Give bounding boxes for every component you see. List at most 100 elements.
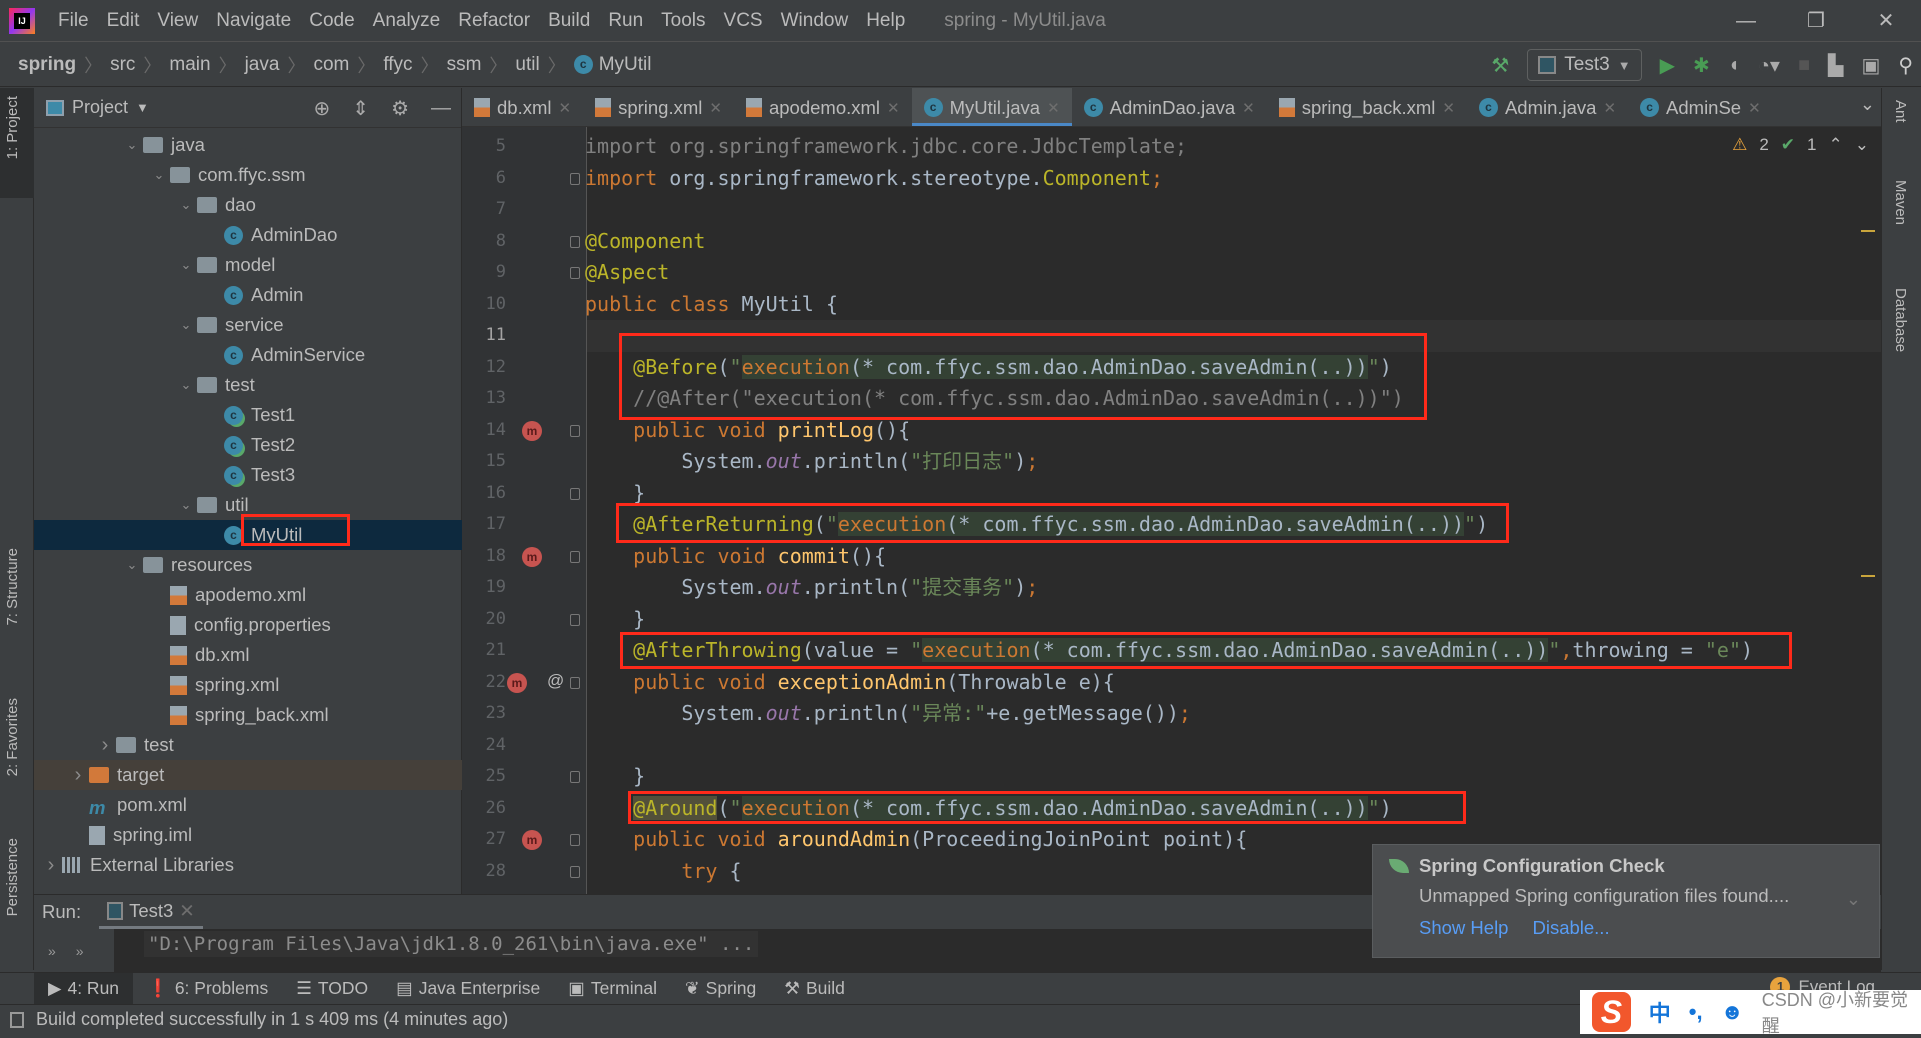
tree-item-service[interactable]: ⌄ service — [34, 310, 462, 340]
fold-marker-icon[interactable] — [570, 267, 580, 279]
close-button[interactable]: ✕ — [1851, 0, 1921, 42]
show-help-link[interactable]: Show Help — [1419, 917, 1508, 939]
close-tab-icon[interactable]: ✕ — [179, 900, 195, 922]
tree-item-config-properties[interactable]: config.properties — [34, 610, 462, 640]
menu-run[interactable]: Run — [599, 10, 652, 32]
breadcrumb-main[interactable]: main — [169, 54, 210, 76]
tree-item-adminservice[interactable]: c AdminService — [34, 340, 462, 370]
menu-navigate[interactable]: Navigate — [207, 10, 300, 32]
breadcrumb-ssm[interactable]: ssm — [447, 54, 482, 76]
advice-method-icon[interactable]: m — [522, 546, 542, 567]
chevron-right-icon[interactable]: › — [40, 854, 62, 877]
fold-marker-icon[interactable] — [570, 771, 580, 783]
run-anything-icon[interactable]: ▣ — [1861, 53, 1880, 78]
locate-target-icon[interactable]: ⊕ — [314, 96, 331, 121]
collapse-all-icon[interactable]: ⇕ — [352, 96, 369, 121]
gear-icon[interactable]: ⚙ — [391, 96, 409, 121]
tree-item-test1[interactable]: c Test1 — [34, 400, 462, 430]
fold-marker-icon[interactable] — [570, 235, 580, 248]
advice-method-icon[interactable]: m — [522, 830, 542, 850]
fold-marker-icon[interactable] — [570, 865, 580, 878]
tab-db-xml[interactable]: db.xml ✕ — [462, 88, 583, 126]
profile-icon[interactable]: ◔▾ — [1758, 53, 1780, 78]
fold-marker-icon[interactable] — [570, 834, 580, 846]
build-hammer-icon[interactable]: ⚒ — [1491, 53, 1509, 78]
menu-view[interactable]: View — [148, 10, 207, 32]
tree-item-test[interactable]: › test — [34, 730, 462, 760]
debug-bug-icon[interactable]: ✱ — [1693, 53, 1710, 78]
project-view-selector[interactable]: Project — [72, 97, 128, 118]
tab-admindao-java[interactable]: c AdminDao.java ✕ — [1072, 88, 1267, 126]
favorites-tool-button[interactable]: 2: Favorites — [4, 698, 21, 776]
database-tool-button[interactable]: Database — [1892, 288, 1909, 352]
chevron-down-icon[interactable]: ⌄ — [175, 257, 197, 273]
maven-tool-button[interactable]: Maven — [1892, 180, 1909, 225]
tree-item-admin[interactable]: c Admin — [34, 280, 462, 310]
minimize-button[interactable]: — — [1711, 0, 1781, 42]
menu-analyze[interactable]: Analyze — [364, 10, 450, 32]
tool-window-6-problems[interactable]: ❗ 6: Problems — [133, 973, 282, 1005]
tree-item-resources[interactable]: ⌄ resources — [34, 550, 462, 580]
tab-adminse[interactable]: c AdminSe ✕ — [1628, 88, 1773, 126]
tab-spring-xml[interactable]: spring.xml ✕ — [583, 88, 734, 126]
navigate-annotation-icon[interactable]: @ — [547, 671, 564, 691]
tree-item-test3[interactable]: c Test3 — [34, 460, 462, 490]
tree-item-db-xml[interactable]: db.xml — [34, 640, 462, 670]
menu-build[interactable]: Build — [539, 10, 599, 32]
tree-item-dao[interactable]: ⌄ dao — [34, 190, 462, 220]
fold-marker-icon[interactable] — [570, 676, 580, 689]
chevron-down-icon[interactable]: ⌄ — [175, 317, 197, 333]
chevron-down-icon[interactable]: ⌄ — [148, 167, 170, 183]
breadcrumb-src[interactable]: src — [110, 54, 135, 76]
tree-item-model[interactable]: ⌄ model — [34, 250, 462, 280]
next-highlight-icon[interactable]: ⌄ — [1855, 135, 1869, 155]
chevron-right-icon[interactable]: › — [67, 764, 89, 787]
tree-item-test2[interactable]: c Test2 — [34, 430, 462, 460]
tree-item-java[interactable]: ⌄ java — [34, 130, 462, 160]
code-editor[interactable]: 5 6 7 8 9 10 11 12 13 14 m 15 16 17 18 m 19 20 21 22 m @23 24 2… — [462, 127, 1881, 894]
disable-link[interactable]: Disable... — [1532, 917, 1609, 939]
tool-window-4-run[interactable]: ▶ 4: Run — [34, 972, 134, 1005]
persistence-tool-button[interactable]: Persistence — [4, 838, 21, 916]
breadcrumb-MyUtil[interactable]: MyUtil — [599, 54, 652, 76]
fold-marker-icon[interactable] — [570, 613, 580, 626]
menu-window[interactable]: Window — [772, 10, 858, 32]
close-tab-icon[interactable]: ✕ — [1047, 99, 1060, 117]
toggle-tool-windows-icon[interactable] — [10, 1011, 24, 1028]
tree-item-spring-iml[interactable]: spring.iml — [34, 820, 462, 850]
search-icon[interactable]: ⚲ — [1898, 53, 1913, 78]
tool-window-terminal[interactable]: ▣ Terminal — [554, 973, 671, 1005]
menu-refactor[interactable]: Refactor — [449, 10, 539, 32]
chevron-down-icon[interactable]: ⌄ — [121, 137, 143, 153]
expand-icon[interactable]: » — [48, 943, 56, 973]
close-tab-icon[interactable]: ✕ — [559, 99, 572, 117]
menu-file[interactable]: File — [49, 10, 98, 32]
tree-item-external-libraries[interactable]: › External Libraries — [34, 850, 462, 880]
chevron-right-icon[interactable]: › — [94, 734, 116, 757]
run-tab-test3[interactable]: Test3 ✕ — [99, 895, 203, 929]
advice-method-icon[interactable]: m — [507, 672, 527, 693]
menu-help[interactable]: Help — [857, 10, 914, 32]
run-icon[interactable]: ▶ — [1660, 53, 1675, 78]
breadcrumb-java[interactable]: java — [245, 54, 280, 76]
tab-myutil-java[interactable]: c MyUtil.java ✕ — [911, 88, 1072, 126]
tree-item-target[interactable]: › target — [34, 760, 462, 790]
tree-item-admindao[interactable]: c AdminDao — [34, 220, 462, 250]
chevron-down-icon[interactable]: ⌄ — [121, 557, 143, 573]
tool-window-build[interactable]: ⚒ Build — [770, 973, 859, 1005]
structure-tool-button[interactable]: 7: Structure — [4, 548, 21, 626]
menu-tools[interactable]: Tools — [652, 10, 714, 32]
project-structure-icon[interactable]: ▙ — [1828, 53, 1843, 78]
tab-admin-java[interactable]: c Admin.java ✕ — [1467, 88, 1628, 126]
expand-notification-icon[interactable]: ⌄ — [1846, 889, 1861, 910]
tab-spring-back-xml[interactable]: spring_back.xml ✕ — [1267, 88, 1467, 126]
tree-item-com-ffyc-ssm[interactable]: ⌄ com.ffyc.ssm — [34, 160, 462, 190]
fold-marker-icon[interactable] — [570, 172, 580, 185]
hide-panel-icon[interactable]: — — [431, 97, 451, 120]
fold-marker-icon[interactable] — [570, 424, 580, 437]
tab-overflow-chevron-icon[interactable]: ⌄ — [1860, 94, 1875, 115]
fold-marker-icon[interactable] — [570, 550, 580, 563]
tool-window-todo[interactable]: ☰ TODO — [282, 973, 382, 1005]
project-tool-button[interactable]: 1: Project — [4, 96, 21, 159]
fold-marker-icon[interactable] — [570, 487, 580, 500]
